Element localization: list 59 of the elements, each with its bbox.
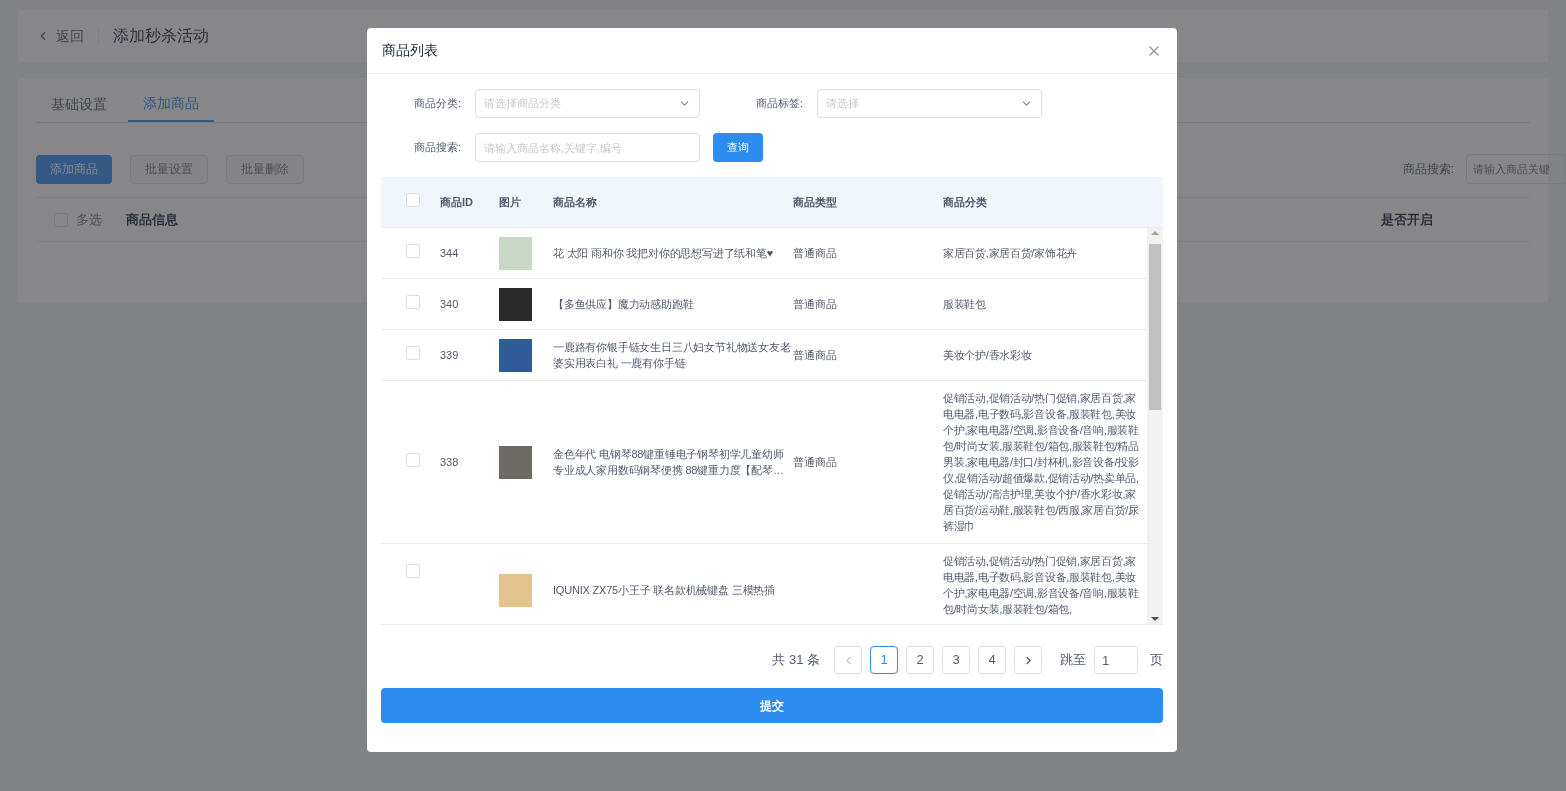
photo-placeholder <box>499 236 532 270</box>
search-label: 商品搜索: <box>1402 161 1454 178</box>
jump-label: 跳至 <box>1060 651 1086 670</box>
column-header: 商品分类 <box>943 194 988 210</box>
table-cell: 339 <box>440 348 459 361</box>
filter-label: 商品分类: <box>412 96 462 112</box>
scrollbar[interactable] <box>1147 228 1163 624</box>
table-cell: 花 太阳 雨和你 我把对你的思想写进了纸和笔♥ <box>553 247 774 259</box>
table-cell: 普通商品 <box>793 297 837 310</box>
table-cell: 340 <box>440 297 459 310</box>
column-header: 图片 <box>499 194 522 210</box>
checkbox[interactable] <box>406 452 420 467</box>
table-cell: 344 <box>440 246 459 259</box>
column-header: 商品信息 <box>126 210 178 229</box>
filter-label: 商品标签: <box>754 96 804 112</box>
table-cell-text: 服装鞋包 <box>943 297 987 312</box>
column-header: 商品类型 <box>793 194 838 210</box>
table-cell: 普通商品 <box>793 246 837 259</box>
table-cell-text: 家居百货,家居百货/家饰花卉 <box>943 246 1078 261</box>
table-cell: 一鹿路有你银手链女生日三八妇女节礼物送女友老婆实用表白礼 一鹿有你手链 <box>553 341 791 369</box>
photo-placeholder <box>499 287 532 321</box>
page-title: 添加秒杀活动 <box>113 26 209 46</box>
table-cell: IQUNIX ZX75小王子 联名款机械键盘 三模热插 <box>553 584 775 596</box>
page-button[interactable]: 4 <box>978 646 1006 674</box>
column-header: 是否开启 <box>1381 210 1433 229</box>
photo-placeholder <box>499 338 532 372</box>
table-cell: 【多鱼供应】魔力动感助跑鞋 <box>553 298 694 310</box>
checkbox[interactable] <box>406 564 420 578</box>
tab[interactable]: 基础设置 <box>36 87 122 122</box>
table-cell: 338 <box>440 455 459 468</box>
table-cell: 普通商品 <box>793 348 837 361</box>
previous-page-button[interactable] <box>834 646 862 674</box>
filter-label: 商品搜索: <box>412 140 462 156</box>
total-count: 共 31 条 <box>772 651 820 670</box>
table-cell-text: 美妆个护/香水彩妆 <box>943 348 1033 363</box>
checkbox[interactable] <box>406 294 420 309</box>
checkbox[interactable] <box>406 243 420 258</box>
checkbox[interactable] <box>406 345 420 360</box>
table-cell-text: 促销活动,促销活动/热门促销,家居百货,家电电器,电子数码,影音设备,服装鞋包,美妆个护,家电电器/空调,影音设备/音响,服装鞋包/时尚女装,服装鞋包/箱包, <box>943 554 1139 617</box>
table-cell: 普通商品 <box>793 455 837 468</box>
table-cell: 金色年代 电钢琴88键重锤电子钢琴初学儿童幼师专业成人家用数码钢琴便携 88键重力度【配琴… <box>553 448 784 476</box>
dialog-title: 商品列表 <box>382 41 438 60</box>
page-button[interactable]: 1 <box>870 646 898 674</box>
photo-placeholder <box>499 445 532 479</box>
query-button[interactable]: 查询 <box>713 133 763 162</box>
table-cell-text: 促销活动,促销活动/热门促销,家居百货,家电电器,电子数码,影音设备,服装鞋包,美妆个护,家电电器/空调,影音设备/音响,服装鞋包/时尚女装,服装鞋包/箱包,服装鞋包/精品男装,家电电器/封口/封杯机,影音设备/投影仪,促销活动/超值爆款,促销活动/热卖单品,促销活动/清洁护理,美妆个护/香水彩妆,家居百货/运动鞋,服装鞋包/西服,家居百货/尿裤湿巾 <box>943 391 1139 534</box>
page-button[interactable]: 2 <box>906 646 934 674</box>
back-button[interactable]: 返回 <box>36 25 84 47</box>
photo-placeholder <box>499 574 532 607</box>
page-unit-label: 页 <box>1150 651 1163 670</box>
column-header: 商品ID <box>440 194 474 210</box>
next-page-button[interactable] <box>1014 646 1042 674</box>
submit-button[interactable]: 提交 <box>381 688 1163 723</box>
page-button[interactable]: 3 <box>942 646 970 674</box>
column-header: 商品名称 <box>553 194 598 210</box>
toolbar-button[interactable]: 添加商品 <box>36 154 112 184</box>
checkbox[interactable] <box>406 192 420 207</box>
tab[interactable]: 添加商品 <box>128 87 214 122</box>
page-input[interactable]: 1 <box>1094 646 1138 674</box>
